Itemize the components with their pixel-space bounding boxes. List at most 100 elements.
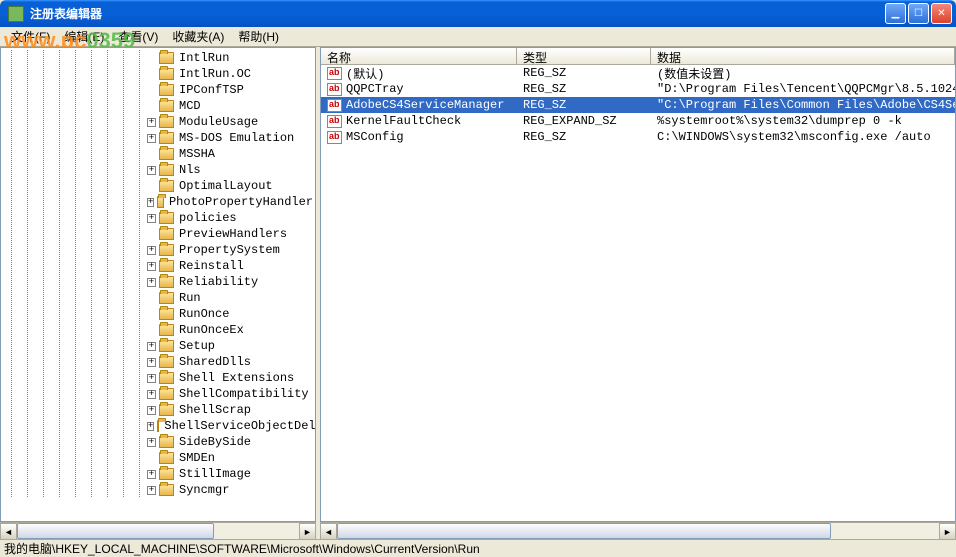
tree-label: SideBySide (177, 434, 253, 450)
tree-label: Nls (177, 162, 203, 178)
tree-item[interactable]: IPConfTSP (3, 82, 315, 98)
maximize-button[interactable]: ☐ (908, 3, 929, 24)
tree-hscroll[interactable]: ◄ ► (0, 522, 316, 539)
tree-label: IntlRun.OC (177, 66, 253, 82)
tree-item[interactable]: IntlRun (3, 50, 315, 66)
tree-item[interactable]: + SideBySide (3, 434, 315, 450)
expander-icon[interactable]: + (147, 390, 156, 399)
menu-help[interactable]: 帮助(H) (231, 26, 286, 47)
expander-icon[interactable]: + (147, 198, 154, 207)
tree-item[interactable]: IntlRun.OC (3, 66, 315, 82)
column-header-name[interactable]: 名称 (321, 48, 517, 64)
value-name-cell: AdobeCS4ServiceManager (321, 98, 517, 112)
value-type-cell: REG_EXPAND_SZ (517, 114, 651, 128)
value-data-cell: "D:\Program Files\Tencent\QQPCMgr\8.5.10… (651, 82, 955, 96)
scroll-left-icon[interactable]: ◄ (320, 523, 337, 540)
value-data-cell: %systemroot%\system32\dumprep 0 -k (651, 114, 955, 128)
expander-icon[interactable]: + (147, 262, 156, 271)
tree-item[interactable]: +MS-DOS Emulation (3, 130, 315, 146)
menu-view[interactable]: 查看(V) (111, 26, 165, 47)
tree-item[interactable]: RunOnce (3, 306, 315, 322)
expander-icon[interactable]: + (147, 246, 156, 255)
tree-label: Shell Extensions (177, 370, 296, 386)
menu-favorites[interactable]: 收藏夹(A) (165, 26, 231, 47)
tree-item[interactable]: + Nls (3, 162, 315, 178)
menu-file[interactable]: 文件(F) (4, 26, 57, 47)
expander-icon[interactable]: + (147, 438, 156, 447)
tree-item[interactable]: PreviewHandlers (3, 226, 315, 242)
folder-icon (159, 484, 174, 496)
expander-icon[interactable]: + (147, 406, 156, 415)
tree-item[interactable]: +SharedDlls (3, 354, 315, 370)
value-row[interactable]: QQPCTray REG_SZ "D:\Program Files\Tencen… (321, 81, 955, 97)
tree-item[interactable]: +Reinstall (3, 258, 315, 274)
folder-icon (159, 388, 174, 400)
column-header-type[interactable]: 类型 (517, 48, 651, 64)
tree-item[interactable]: + Syncmgr (3, 482, 315, 498)
app-icon (8, 6, 24, 22)
status-bar: 我的电脑\HKEY_LOCAL_MACHINE\SOFTWARE\Microso… (0, 539, 956, 556)
tree-label: SMDEn (177, 450, 217, 466)
value-type-cell: REG_SZ (517, 130, 651, 144)
value-row[interactable]: AdobeCS4ServiceManager REG_SZ "C:\Progra… (321, 97, 955, 113)
scroll-left-icon[interactable]: ◄ (0, 523, 17, 540)
expander-icon[interactable]: + (147, 342, 156, 351)
string-value-icon (327, 131, 342, 144)
tree-item[interactable]: RunOnceEx (3, 322, 315, 338)
value-data-cell: (数值未设置) (651, 65, 955, 82)
expander-icon[interactable]: + (147, 470, 156, 479)
tree-item[interactable]: +ModuleUsage (3, 114, 315, 130)
tree-label: PreviewHandlers (177, 226, 289, 242)
scroll-right-icon[interactable]: ► (939, 523, 956, 540)
value-list-panel[interactable]: 名称 类型 数据 (默认) REG_SZ (数值未设置) QQPCTray RE… (320, 47, 956, 522)
expander-icon[interactable]: + (147, 486, 156, 495)
expander-icon[interactable]: + (147, 358, 156, 367)
scroll-track[interactable] (17, 523, 299, 539)
tree-item[interactable]: OptimalLayout (3, 178, 315, 194)
tree-label: ShellCompatibility (177, 386, 311, 402)
folder-icon (159, 308, 174, 320)
expander-icon[interactable]: + (147, 118, 156, 127)
tree-label: Syncmgr (177, 482, 231, 498)
tree-item[interactable]: + Shell Extensions (3, 370, 315, 386)
tree-item[interactable]: +PropertySystem (3, 242, 315, 258)
list-hscroll[interactable]: ◄ ► (320, 522, 956, 539)
menu-bar: 文件(F) 编辑(E) 查看(V) 收藏夹(A) 帮助(H) (0, 27, 956, 47)
expander-icon[interactable]: + (147, 166, 156, 175)
folder-icon (159, 132, 174, 144)
scroll-track[interactable] (337, 523, 939, 539)
tree-label: IPConfTSP (177, 82, 246, 98)
value-row[interactable]: (默认) REG_SZ (数值未设置) (321, 65, 955, 81)
close-button[interactable]: ✕ (931, 3, 952, 24)
tree-item[interactable]: +StillImage (3, 466, 315, 482)
expander-icon[interactable]: + (147, 374, 156, 383)
folder-icon (159, 180, 174, 192)
scroll-right-icon[interactable]: ► (299, 523, 316, 540)
tree-item[interactable]: +Reliability (3, 274, 315, 290)
tree-item[interactable]: SMDEn (3, 450, 315, 466)
tree-item[interactable]: +ShellServiceObjectDel (3, 418, 315, 434)
tree-item[interactable]: MSSHA (3, 146, 315, 162)
tree-item[interactable]: MCD (3, 98, 315, 114)
tree-label: RunOnce (177, 306, 231, 322)
expander-icon[interactable]: + (147, 278, 156, 287)
menu-edit[interactable]: 编辑(E) (57, 26, 111, 47)
tree-item[interactable]: Run (3, 290, 315, 306)
horizontal-scrollbars: ◄ ► ◄ ► (0, 522, 956, 539)
value-row[interactable]: KernelFaultCheck REG_EXPAND_SZ %systemro… (321, 113, 955, 129)
tree-panel[interactable]: IntlRunIntlRun.OCIPConfTSPMCD+ModuleUsag… (0, 47, 316, 522)
expander-icon[interactable]: + (147, 422, 154, 431)
tree-item[interactable]: +PhotoPropertyHandler (3, 194, 315, 210)
expander-icon[interactable]: + (147, 214, 156, 223)
folder-icon (159, 52, 174, 64)
minimize-button[interactable]: ▁ (885, 3, 906, 24)
expander-icon[interactable]: + (147, 134, 156, 143)
tree-item[interactable]: + ShellCompatibility (3, 386, 315, 402)
column-header-data[interactable]: 数据 (651, 48, 955, 64)
tree-item[interactable]: +policies (3, 210, 315, 226)
value-row[interactable]: MSConfig REG_SZ C:\WINDOWS\system32\msco… (321, 129, 955, 145)
tree-item[interactable]: +Setup (3, 338, 315, 354)
folder-icon (159, 68, 174, 80)
tree-label: Run (177, 290, 203, 306)
tree-item[interactable]: +ShellScrap (3, 402, 315, 418)
